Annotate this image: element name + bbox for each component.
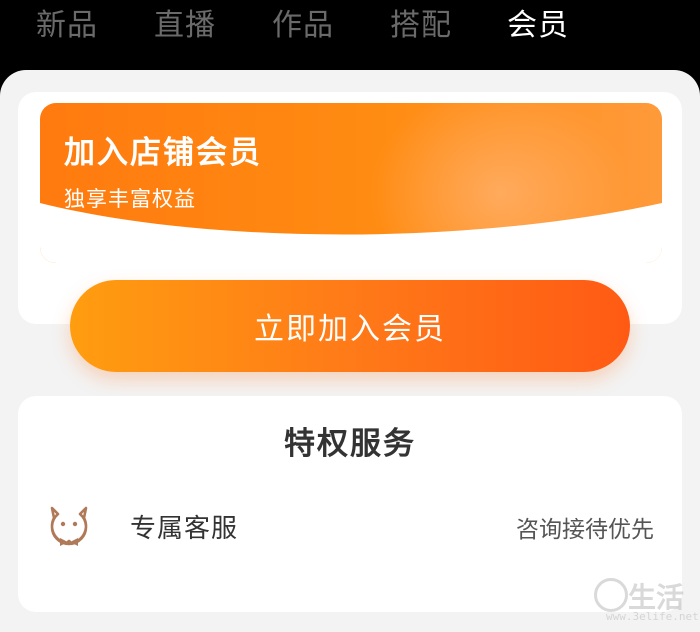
privilege-item-desc: 咨询接待优先 bbox=[516, 517, 654, 543]
customer-service-icon bbox=[50, 506, 88, 546]
watermark-logo: 生活 www.3elife.net bbox=[594, 578, 699, 628]
tab-live[interactable]: 直播 bbox=[154, 6, 216, 46]
privilege-item-customer-service[interactable]: 专属客服 咨询接待优先 bbox=[18, 496, 682, 556]
privilege-services-card: 特权服务 专属客服 咨询接待优先 bbox=[18, 396, 682, 612]
privilege-item-name: 专属客服 bbox=[130, 514, 239, 544]
watermark-url: www.3elife.net bbox=[606, 610, 699, 623]
banner-subtitle: 独享丰富权益 bbox=[64, 187, 196, 211]
membership-banner: 加入店铺会员 独享丰富权益 bbox=[40, 103, 662, 263]
tab-outfits[interactable]: 搭配 bbox=[390, 6, 452, 46]
tab-works[interactable]: 作品 bbox=[272, 6, 334, 46]
tab-new[interactable]: 新品 bbox=[36, 6, 98, 46]
watermark-circle-icon bbox=[594, 578, 628, 612]
tab-membership[interactable]: 会员 bbox=[507, 6, 569, 46]
join-membership-button[interactable]: 立即加入会员 bbox=[70, 280, 630, 372]
banner-title: 加入店铺会员 bbox=[64, 135, 262, 171]
privilege-title: 特权服务 bbox=[284, 426, 416, 462]
top-tab-bar: 新品 直播 作品 搭配 会员 bbox=[0, 0, 700, 62]
